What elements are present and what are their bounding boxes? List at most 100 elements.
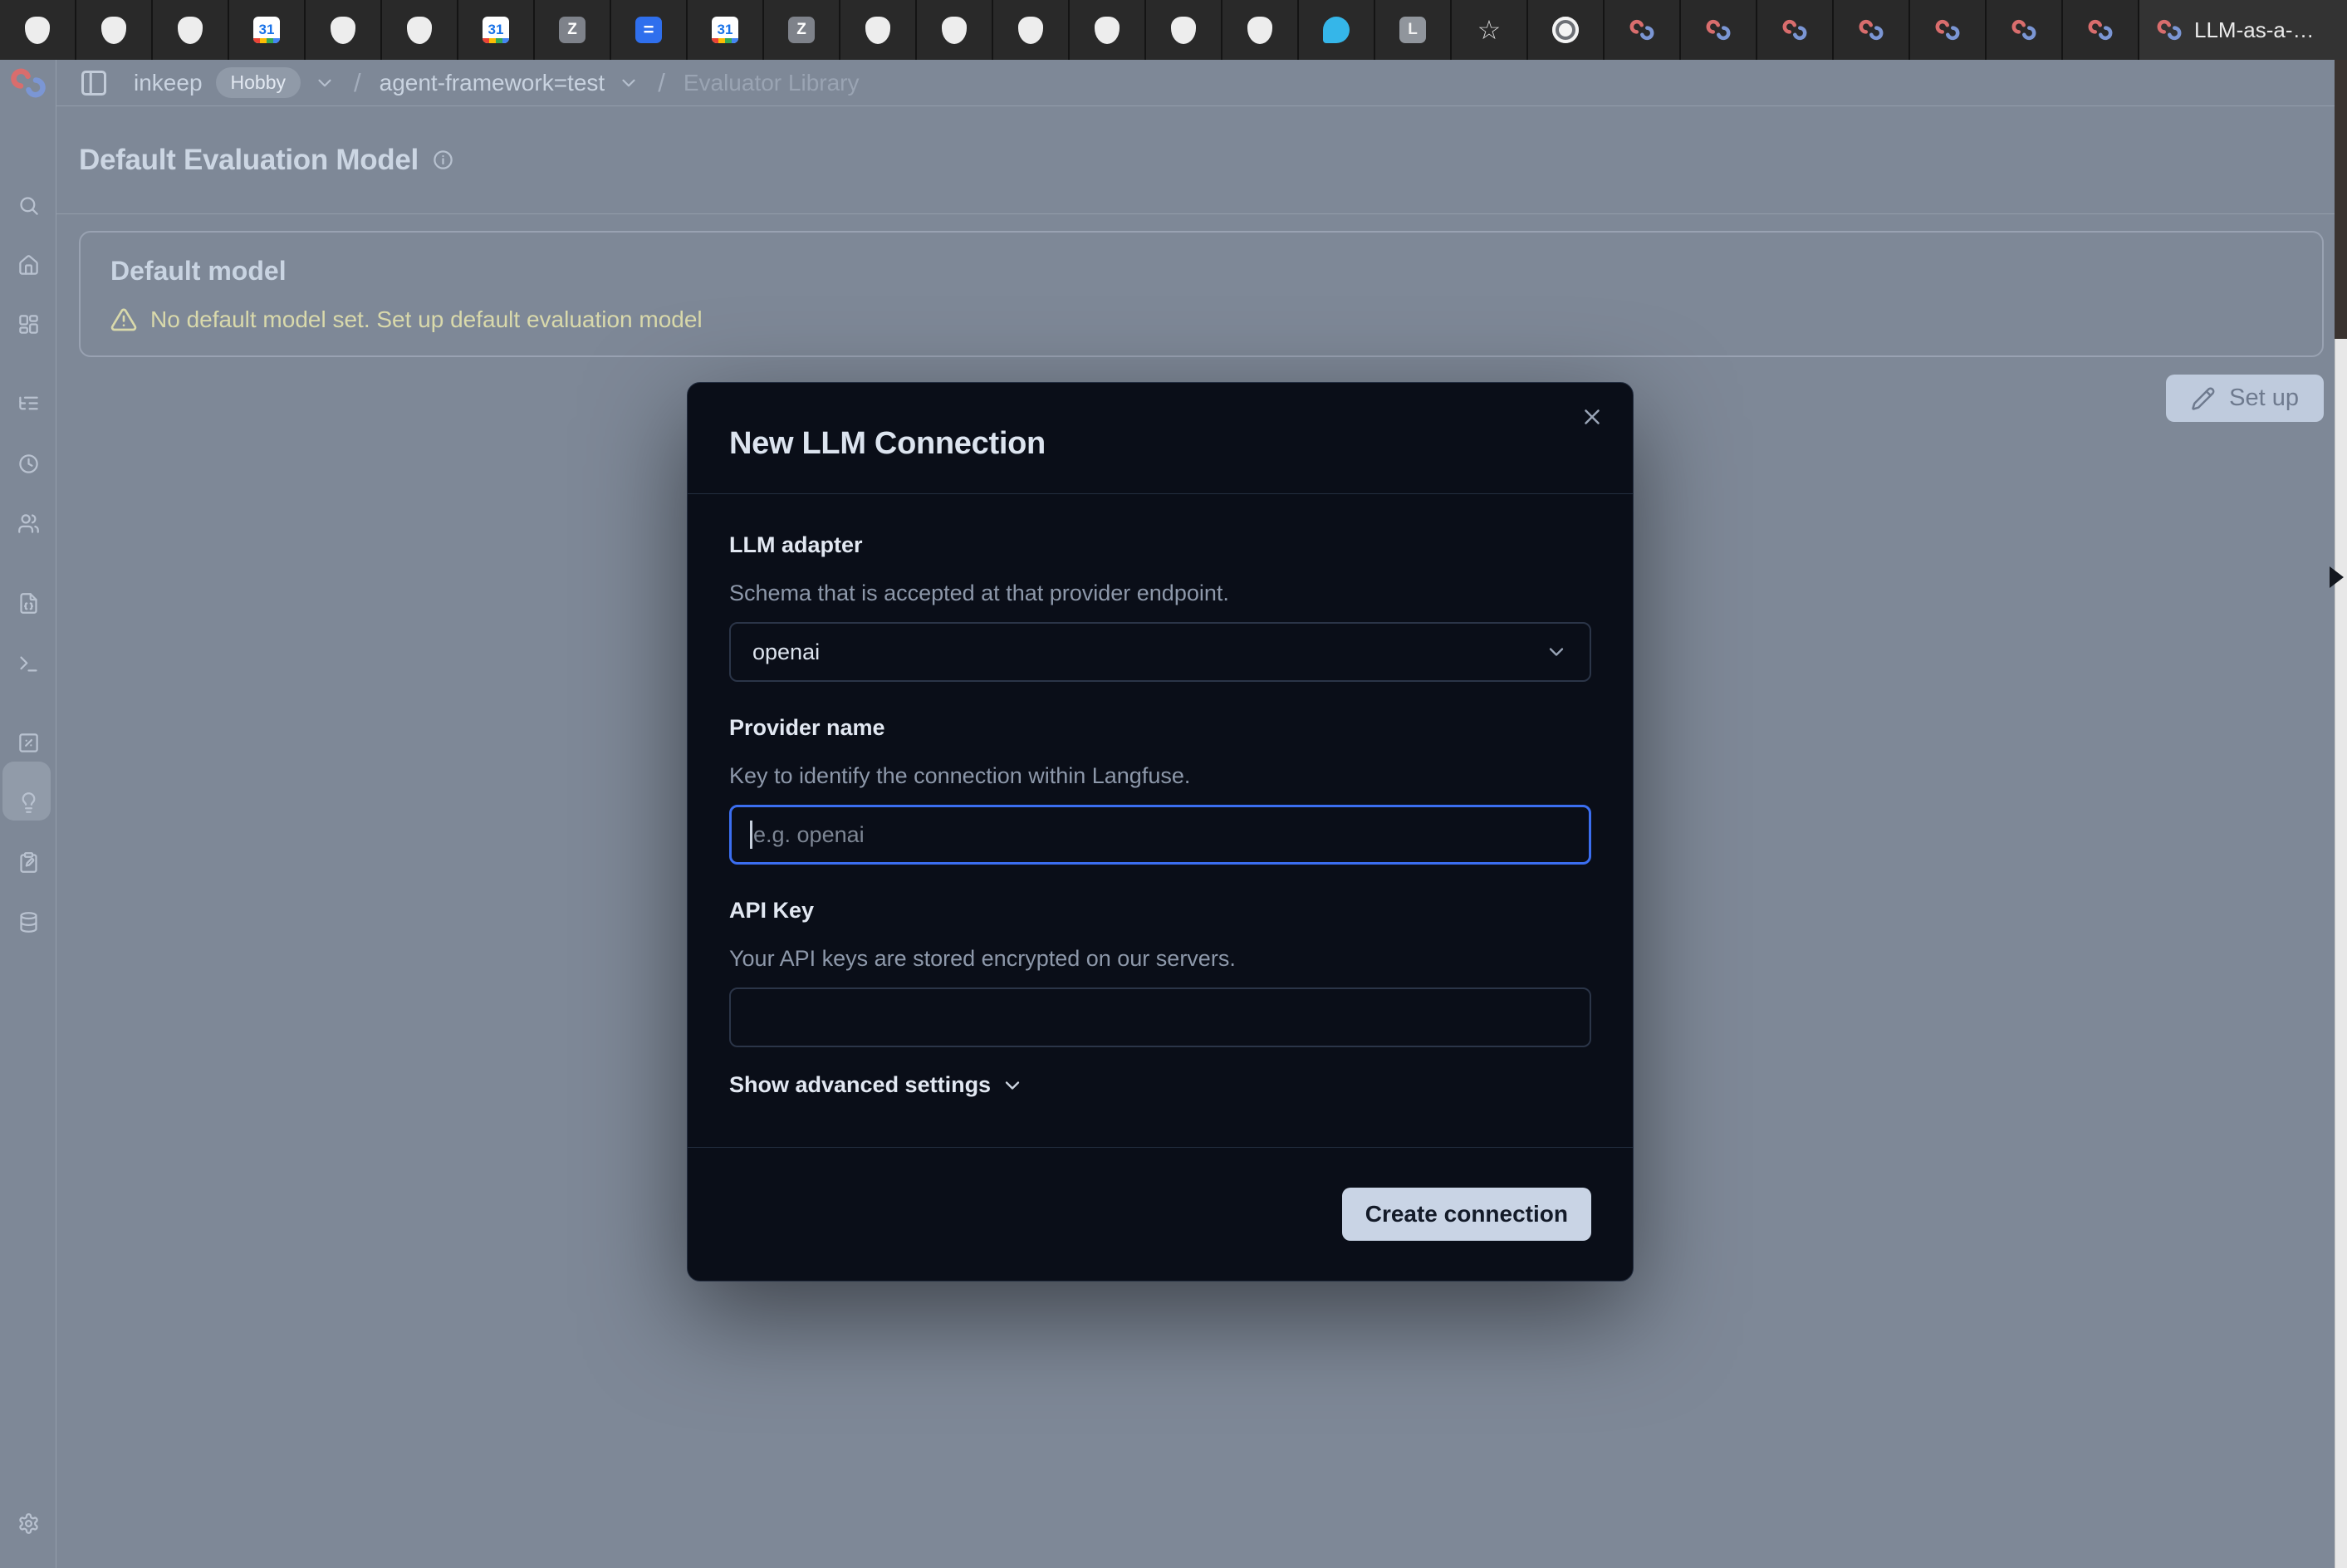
browser-tab[interactable]: Z bbox=[535, 0, 611, 60]
edge-arrow-marker bbox=[2330, 566, 2344, 588]
llm-adapter-field: LLM adapter Schema that is accepted at t… bbox=[729, 532, 1591, 682]
browser-tab[interactable]: L bbox=[1375, 0, 1452, 60]
owl-favicon bbox=[178, 17, 203, 44]
langfuse-favicon bbox=[2087, 17, 2114, 43]
browser-tab[interactable] bbox=[1146, 0, 1222, 60]
browser-tab[interactable] bbox=[1222, 0, 1299, 60]
modal-header: New LLM Connection bbox=[688, 383, 1633, 494]
owl-favicon bbox=[101, 17, 126, 44]
chat-favicon bbox=[1323, 17, 1350, 43]
sidebar-item-datasets[interactable] bbox=[8, 902, 48, 942]
sidebar-item-tracing[interactable] bbox=[8, 383, 48, 423]
breadcrumb-separator: / bbox=[349, 68, 366, 98]
alert-triangle-icon bbox=[110, 306, 137, 333]
terminal-icon bbox=[17, 653, 40, 675]
set-up-label: Set up bbox=[2229, 385, 2299, 412]
equals-favicon: = bbox=[635, 17, 662, 43]
browser-tab[interactable] bbox=[1681, 0, 1757, 60]
owl-favicon bbox=[1095, 17, 1120, 44]
browser-tab[interactable] bbox=[1299, 0, 1375, 60]
users-icon bbox=[17, 512, 40, 535]
owl-favicon bbox=[942, 17, 967, 44]
browser-tab[interactable] bbox=[1987, 0, 2063, 60]
active-browser-tab[interactable]: LLM-as-a-… bbox=[2139, 0, 2347, 60]
api-key-description: Your API keys are stored encrypted on ou… bbox=[729, 946, 1591, 972]
set-up-button[interactable]: Set up bbox=[2166, 375, 2324, 422]
sidebar-item-scores[interactable] bbox=[8, 723, 48, 762]
close-icon[interactable] bbox=[1580, 404, 1605, 429]
browser-tab[interactable] bbox=[76, 0, 153, 60]
browser-tab[interactable]: 31 bbox=[688, 0, 764, 60]
langfuse-favicon bbox=[1858, 17, 1884, 43]
sidebar-item-support[interactable] bbox=[8, 1565, 48, 1568]
sidebar-item-playground[interactable] bbox=[8, 644, 48, 684]
browser-tab[interactable]: 31 bbox=[458, 0, 535, 60]
create-connection-button[interactable]: Create connection bbox=[1342, 1188, 1591, 1241]
sidebar bbox=[0, 60, 56, 1568]
breadcrumb-org[interactable]: inkeep bbox=[134, 70, 203, 96]
llm-adapter-select[interactable]: openai bbox=[729, 622, 1591, 682]
browser-tab[interactable] bbox=[840, 0, 917, 60]
info-icon[interactable] bbox=[432, 149, 454, 171]
card-title: Default model bbox=[110, 256, 2292, 287]
database-icon bbox=[17, 911, 40, 933]
sidebar-item-sessions[interactable] bbox=[8, 443, 48, 483]
browser-tab[interactable] bbox=[1070, 0, 1146, 60]
browser-tab[interactable]: ☆ bbox=[1452, 0, 1528, 60]
browser-tab[interactable] bbox=[1757, 0, 1834, 60]
sidebar-item-users[interactable] bbox=[8, 503, 48, 543]
modal-footer: Create connection bbox=[688, 1147, 1633, 1281]
text-caret bbox=[750, 821, 752, 849]
browser-tab[interactable] bbox=[1834, 0, 1910, 60]
owl-favicon bbox=[1018, 17, 1043, 44]
calendar-favicon: 31 bbox=[483, 17, 509, 43]
llm-adapter-value: openai bbox=[752, 639, 820, 665]
browser-tab[interactable] bbox=[153, 0, 229, 60]
sidebar-item-home[interactable] bbox=[8, 245, 48, 285]
l-favicon: L bbox=[1399, 17, 1426, 43]
browser-tab[interactable] bbox=[1605, 0, 1681, 60]
show-advanced-settings-toggle[interactable]: Show advanced settings bbox=[729, 1072, 1024, 1098]
browser-tab[interactable]: Z bbox=[764, 0, 840, 60]
sidebar-item-dashboards[interactable] bbox=[8, 304, 48, 344]
sidebar-item-prompts[interactable] bbox=[8, 583, 48, 623]
llm-adapter-description: Schema that is accepted at that provider… bbox=[729, 581, 1591, 606]
browser-tab[interactable]: 31 bbox=[229, 0, 306, 60]
list-tree-icon bbox=[17, 392, 40, 414]
browser-tab[interactable] bbox=[917, 0, 993, 60]
panel-left-icon[interactable] bbox=[79, 68, 109, 98]
langfuse-favicon bbox=[1705, 17, 1732, 43]
gear-icon bbox=[17, 1512, 40, 1535]
browser-tab[interactable] bbox=[2063, 0, 2139, 60]
breadcrumb: inkeep Hobby / agent-framework=test / Ev… bbox=[134, 67, 859, 98]
browser-tab[interactable] bbox=[306, 0, 382, 60]
browser-tab[interactable] bbox=[1528, 0, 1605, 60]
browser-tab[interactable] bbox=[1910, 0, 1987, 60]
api-key-label: API Key bbox=[729, 898, 1591, 924]
background-window-edge-light bbox=[2335, 339, 2347, 1568]
chevron-down-icon bbox=[1545, 640, 1568, 664]
langfuse-favicon bbox=[1934, 17, 1961, 43]
owl-favicon bbox=[1171, 17, 1196, 44]
langfuse-logo[interactable] bbox=[0, 60, 56, 106]
sidebar-item-annotation-queues[interactable] bbox=[8, 842, 48, 882]
api-key-field: API Key Your API keys are stored encrypt… bbox=[729, 898, 1591, 1047]
sidebar-item-search[interactable] bbox=[8, 185, 48, 225]
file-braces-icon bbox=[17, 592, 40, 615]
browser-tab[interactable] bbox=[993, 0, 1070, 60]
api-key-input[interactable] bbox=[729, 987, 1591, 1047]
sidebar-item-settings[interactable] bbox=[8, 1503, 48, 1543]
z-favicon: Z bbox=[559, 17, 586, 43]
advanced-toggle-label: Show advanced settings bbox=[729, 1072, 991, 1098]
home-icon bbox=[17, 254, 40, 277]
sidebar-item-evaluators[interactable] bbox=[8, 782, 48, 822]
screen: 3131Z=31ZL☆ LLM-as-a-… inkeep bbox=[0, 0, 2347, 1568]
chevron-down-icon[interactable] bbox=[314, 72, 336, 94]
breadcrumb-project[interactable]: agent-framework=test bbox=[380, 70, 605, 96]
browser-tab[interactable] bbox=[382, 0, 458, 60]
browser-tab[interactable] bbox=[0, 0, 76, 60]
chevron-down-icon[interactable] bbox=[618, 72, 639, 94]
provider-name-input[interactable] bbox=[729, 805, 1591, 865]
circle-favicon bbox=[1552, 17, 1579, 43]
browser-tab[interactable]: = bbox=[611, 0, 688, 60]
